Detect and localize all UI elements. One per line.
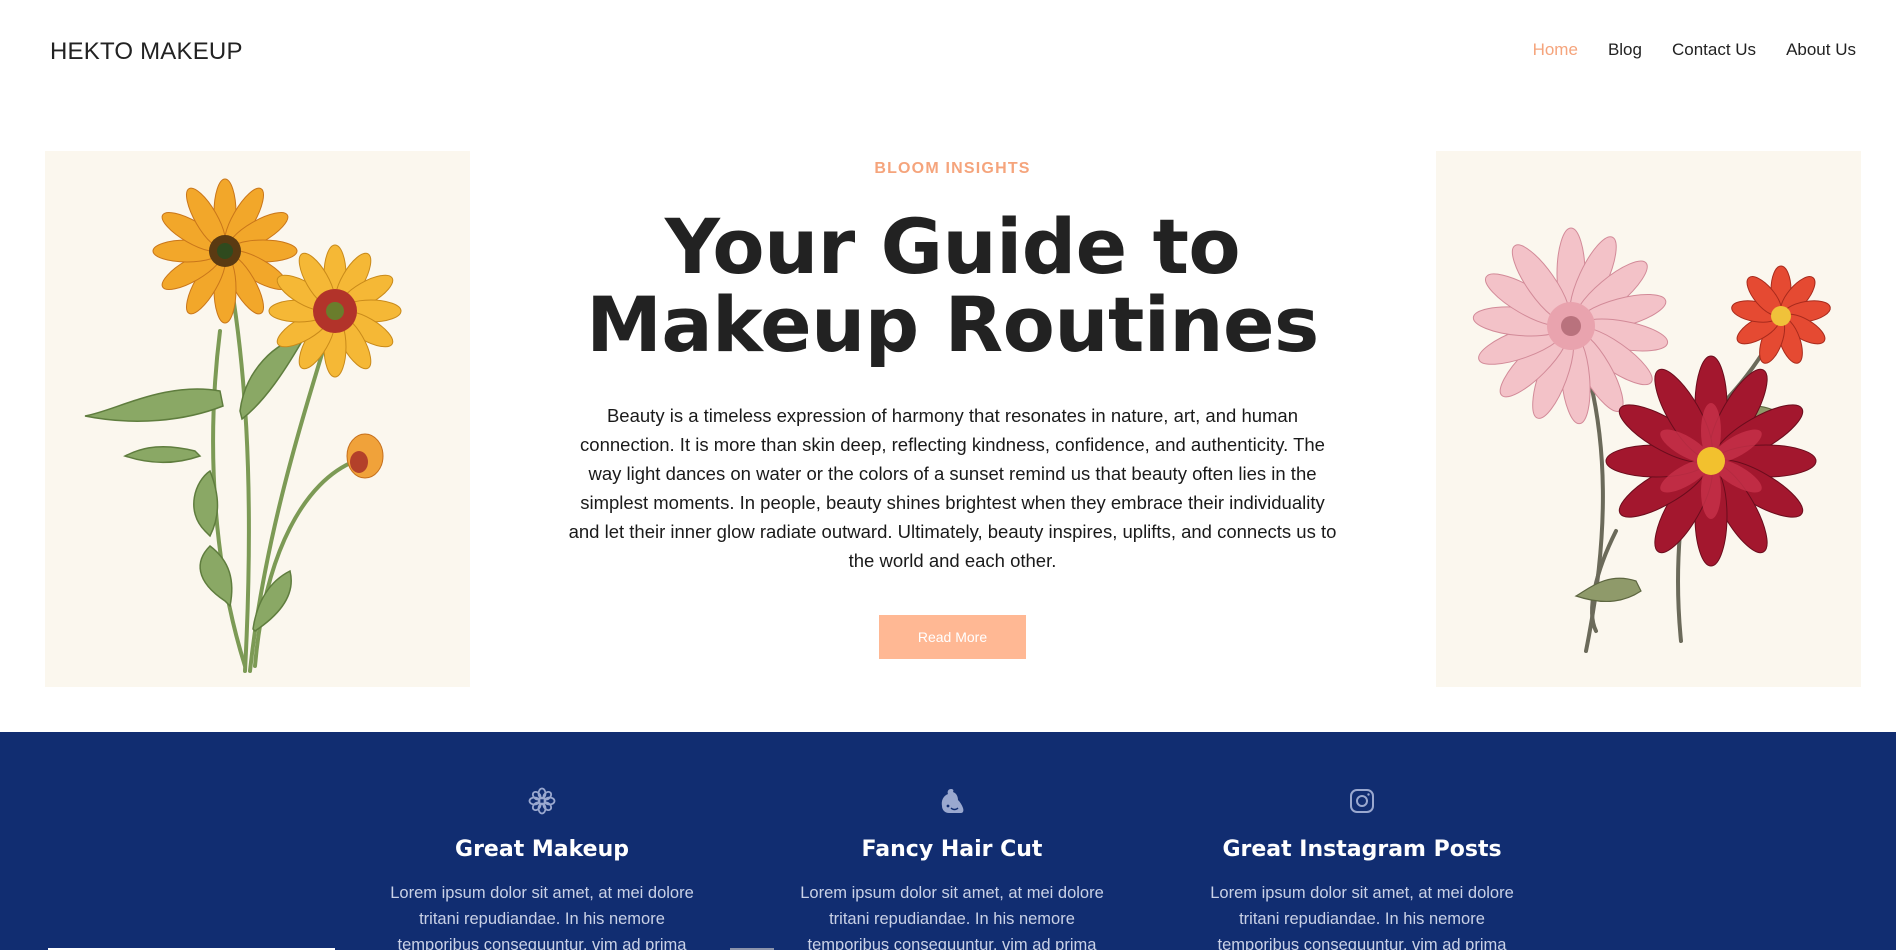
feature-great-instagram-posts: Great Instagram Posts Lorem ipsum dolor … <box>1197 784 1527 950</box>
feature-text: Lorem ipsum dolor sit amet, at mei dolor… <box>800 884 1104 950</box>
flower-icon <box>377 784 707 818</box>
instagram-icon[interactable] <box>1197 784 1527 818</box>
hero-title-line-2: Makeup Routines <box>586 280 1319 369</box>
yellow-flowers-illustration <box>84 178 402 673</box>
feature-title: Great Instagram Posts <box>1222 837 1502 862</box>
feature-fancy-hair-cut: Fancy Hair Cut Lorem ipsum dolor sit ame… <box>787 784 1117 950</box>
nav-about-us[interactable]: About Us <box>1786 40 1856 60</box>
nav-contact-us[interactable]: Contact Us <box>1672 40 1756 60</box>
main-nav: Home Blog Contact Us About Us <box>1533 40 1856 60</box>
hero-right-image <box>1436 151 1861 687</box>
site-logo[interactable]: HEKTO MAKEUP <box>50 38 243 66</box>
hero-left-image <box>45 151 470 687</box>
hair-icon <box>787 784 1117 818</box>
nav-blog[interactable]: Blog <box>1608 40 1642 60</box>
feature-great-makeup: Great Makeup Lorem ipsum dolor sit amet,… <box>377 784 707 950</box>
features-band: Great Makeup Lorem ipsum dolor sit amet,… <box>0 732 1896 950</box>
nav-home[interactable]: Home <box>1533 40 1578 60</box>
hero-content: BLOOM INSIGHTS Your Guide to Makeup Rout… <box>530 160 1375 659</box>
hero-description: Beauty is a timeless expression of harmo… <box>568 405 1337 571</box>
feature-title: Great Makeup <box>455 837 629 862</box>
feature-text: Lorem ipsum dolor sit amet, at mei dolor… <box>1210 884 1514 950</box>
read-more-button[interactable]: Read More <box>879 615 1026 659</box>
pink-red-dahlias-illustration <box>1472 227 1831 653</box>
feature-text: Lorem ipsum dolor sit amet, at mei dolor… <box>390 884 694 950</box>
hero-title: Your Guide to Makeup Routines <box>530 208 1375 364</box>
site-header: HEKTO MAKEUP Home Blog Contact Us About … <box>0 0 1896 100</box>
hero-eyebrow: BLOOM INSIGHTS <box>874 160 1031 177</box>
hero-title-line-1: Your Guide to <box>664 202 1241 291</box>
feature-title: Fancy Hair Cut <box>861 837 1043 862</box>
